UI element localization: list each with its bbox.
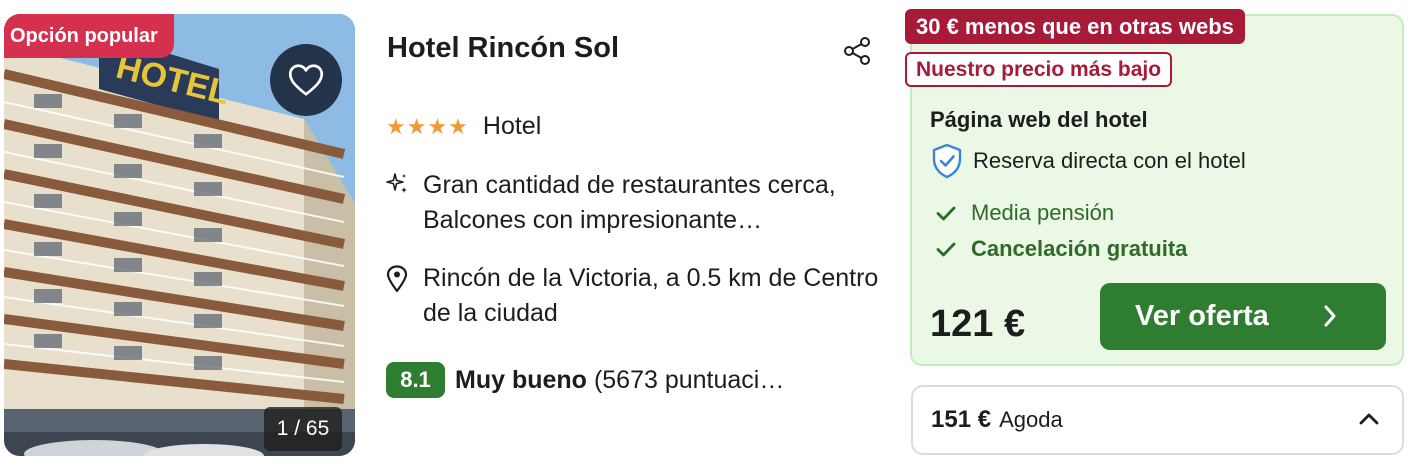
direct-booking-text: Reserva directa con el hotel (973, 148, 1246, 173)
alternative-provider: Agoda (999, 407, 1063, 432)
location: Rincón de la Victoria, a 0.5 km de Centr… (385, 261, 903, 331)
perk-free-cancellation: Cancelación gratuita (935, 236, 1187, 262)
photo-counter: 1 / 65 (264, 407, 342, 451)
share-button[interactable] (842, 36, 872, 66)
shield-check-icon (932, 143, 962, 179)
favorite-button[interactable] (270, 44, 342, 116)
sparkle-icon (386, 173, 407, 193)
savings-tag: 30 € menos que en otras webs (905, 9, 1245, 44)
rating-count: (5673 puntuaci… (593, 365, 785, 394)
hotel-category: ★★★★ Hotel (386, 112, 541, 141)
location-text: Rincón de la Victoria, a 0.5 km de Centr… (423, 264, 879, 327)
perk-half-board: Media pensión (935, 200, 1114, 226)
rating-label: Muy bueno (455, 365, 587, 394)
highlights: Gran cantidad de restaurantes cerca, Bal… (385, 168, 903, 238)
chevron-right-icon (1324, 305, 1336, 327)
heart-icon (288, 64, 324, 96)
chevron-up-icon[interactable] (1358, 411, 1380, 427)
map-pin-icon (386, 265, 408, 293)
alternative-price: 151 € (931, 406, 992, 433)
offer-price: 121 € (930, 303, 1026, 345)
perk-label: Media pensión (971, 200, 1115, 225)
view-offer-label: Ver oferta (1135, 300, 1269, 332)
rating-score-badge: 8.1 (386, 362, 445, 398)
hotel-name[interactable]: Hotel Rincón Sol (387, 32, 619, 65)
alternative-offer[interactable]: 151 € Agoda (911, 385, 1404, 455)
direct-booking: Reserva directa con el hotel (930, 143, 1246, 179)
popular-badge: Opción popular (4, 14, 174, 58)
star-rating: ★★★★ (386, 113, 469, 139)
check-icon (936, 206, 956, 221)
offer-provider: Página web del hotel (930, 107, 1148, 132)
highlights-text: Gran cantidad de restaurantes cerca, Bal… (423, 171, 836, 234)
lowest-price-tag: Nuestro precio más bajo (905, 52, 1173, 87)
view-offer-button[interactable]: Ver oferta (1100, 283, 1386, 350)
check-icon (936, 242, 956, 257)
hotel-photo[interactable]: HOTEL Opción popular 1 / 65 (4, 14, 355, 456)
accommodation-type: Hotel (482, 112, 542, 140)
perk-label: Cancelación gratuita (971, 236, 1188, 261)
share-icon (844, 37, 870, 65)
rating[interactable]: 8.1 Muy bueno (5673 puntuaci… (386, 362, 784, 398)
